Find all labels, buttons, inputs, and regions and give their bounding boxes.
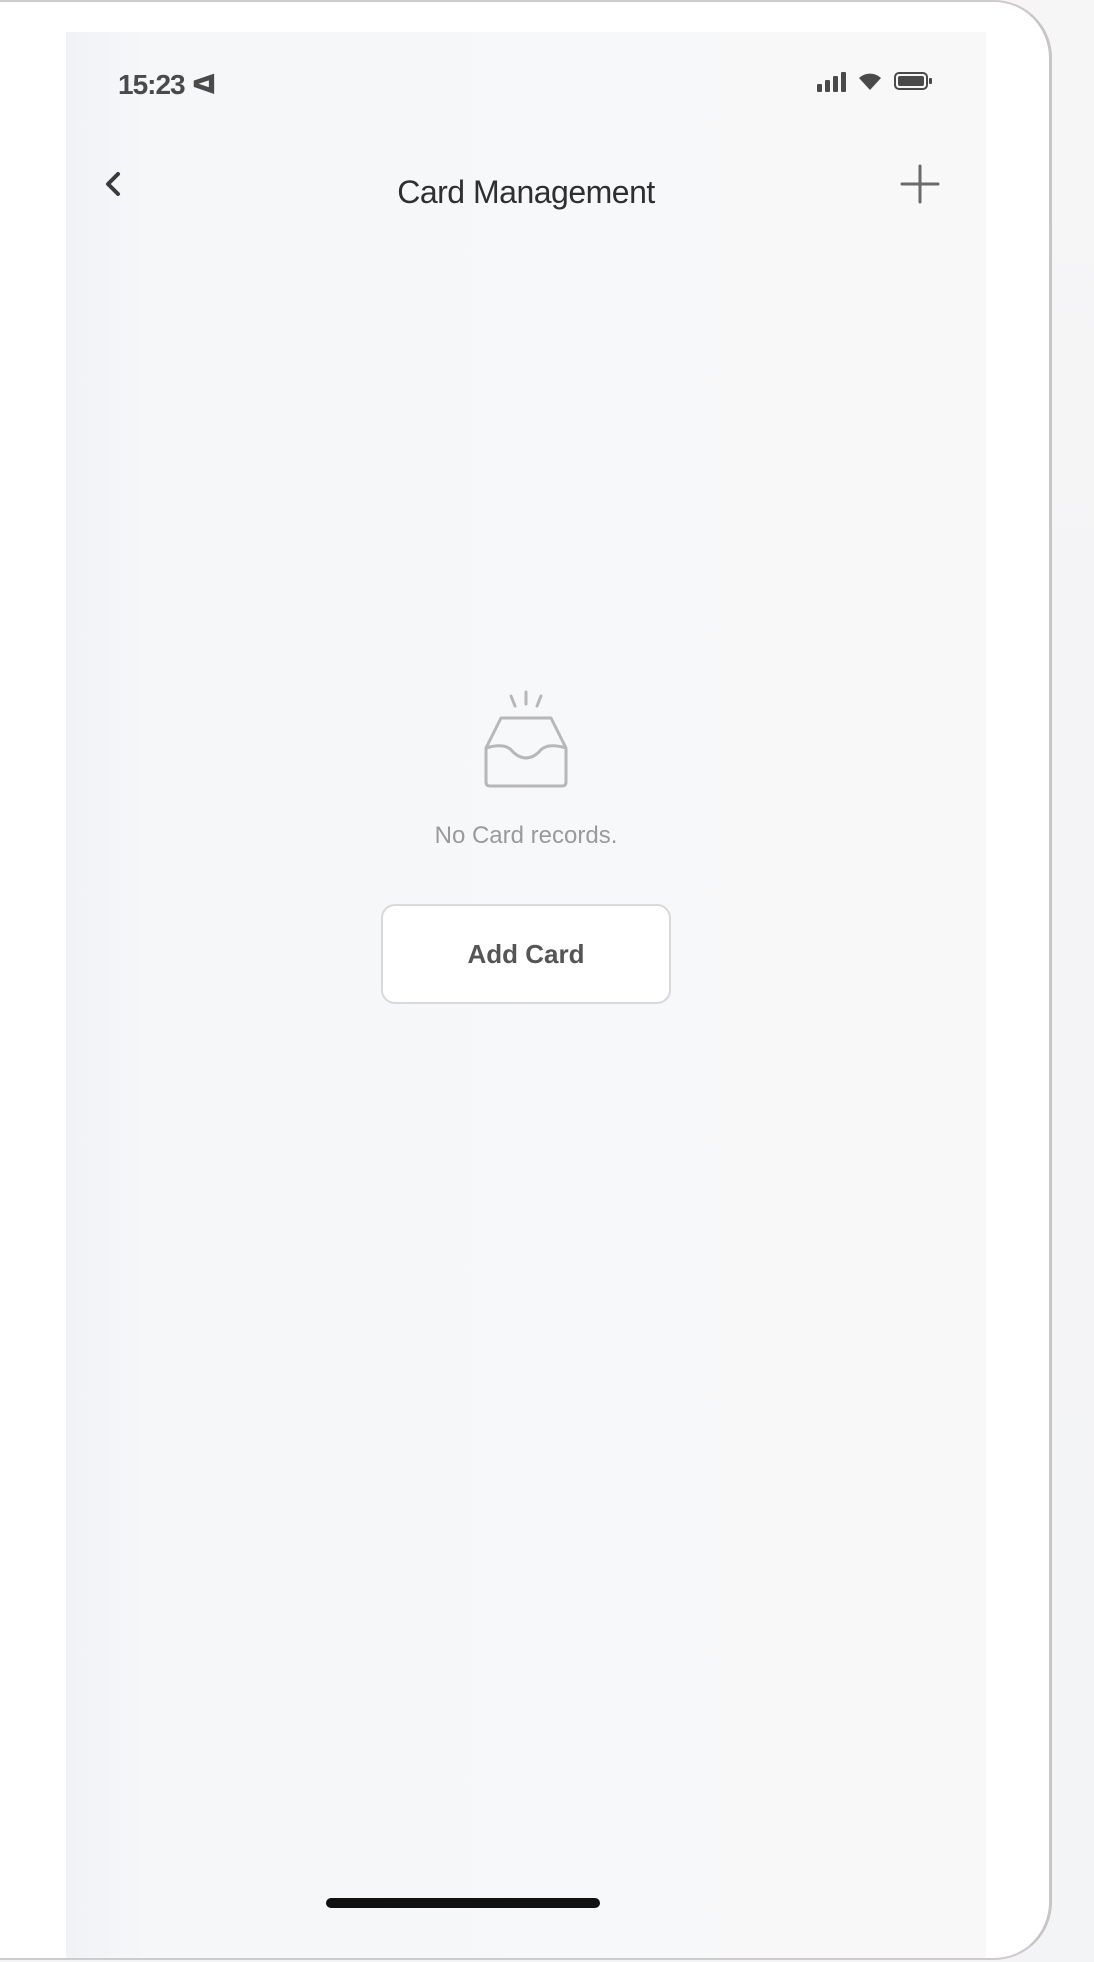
empty-state: No Card records. Add Card — [66, 682, 986, 1004]
battery-icon — [894, 70, 934, 92]
device-frame: 15:23 ᐊ Card Management No Card records.… — [0, 0, 1094, 1962]
wifi-icon — [856, 70, 884, 92]
plus-icon[interactable] — [894, 158, 946, 210]
page-title: Card Management — [397, 174, 655, 210]
signal-icon — [817, 70, 846, 92]
add-card-button[interactable]: Add Card — [381, 904, 671, 1004]
phone-body: 15:23 ᐊ Card Management No Card records.… — [0, 0, 1052, 1960]
status-icons — [817, 70, 934, 92]
empty-message: No Card records. — [434, 822, 618, 849]
navigation-bar: Card Management — [66, 142, 986, 222]
app-screen: 15:23 ᐊ Card Management No Card records.… — [66, 32, 986, 1958]
inbox-icon — [484, 690, 568, 788]
status-time: 15:23 ᐊ — [118, 69, 217, 100]
home-indicator[interactable] — [326, 1898, 600, 1908]
status-bar: 15:23 ᐊ — [66, 32, 986, 122]
